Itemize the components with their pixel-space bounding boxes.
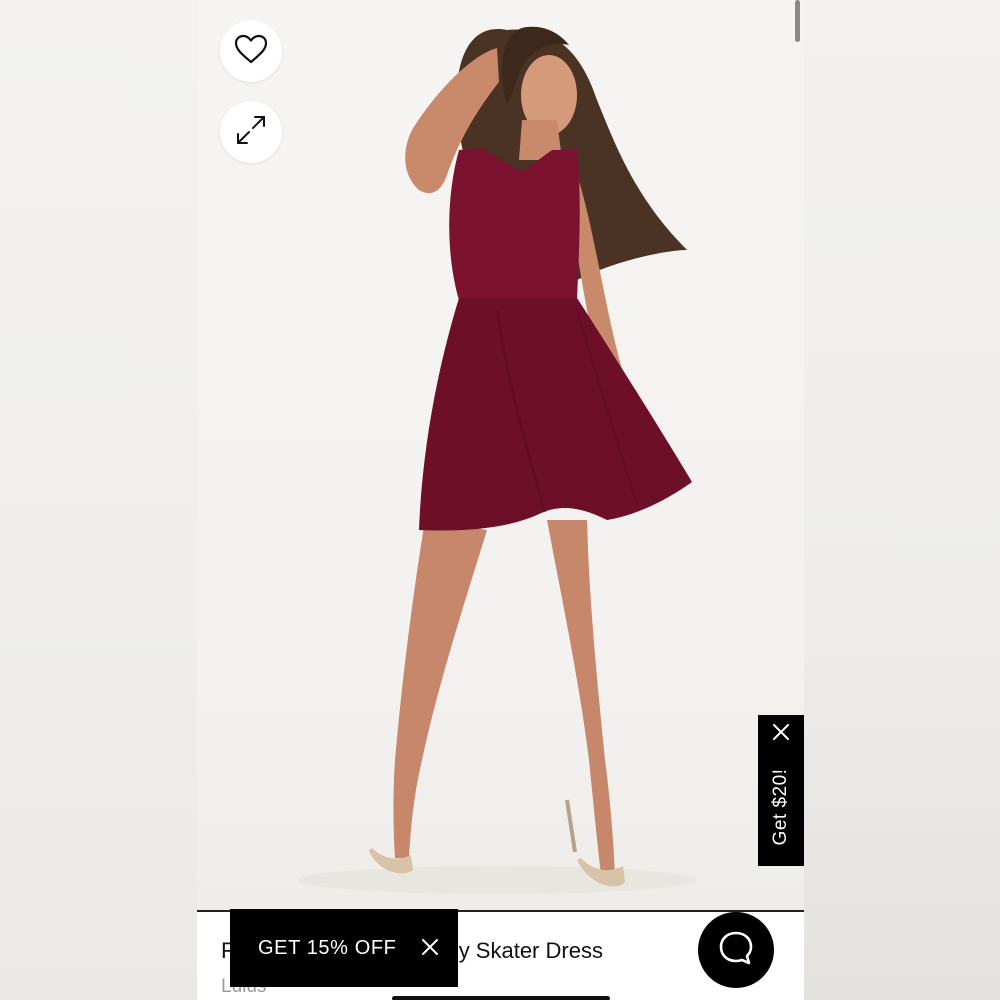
heart-icon: [234, 34, 268, 69]
product-photo[interactable]: [197, 0, 804, 910]
close-icon[interactable]: [758, 723, 804, 746]
right-backdrop: [804, 0, 1000, 1000]
product-title-fragment: dy Skater Dress: [446, 938, 603, 963]
home-indicator[interactable]: [392, 996, 610, 1000]
phone-screen: Get $20! Fdy Skater Dress Lulus GET 15% …: [197, 0, 804, 1000]
left-backdrop: [0, 0, 197, 1000]
wishlist-button[interactable]: [220, 20, 282, 82]
promo-tab-label: Get $20!: [770, 768, 791, 846]
expand-image-button[interactable]: [220, 101, 282, 163]
discount-banner[interactable]: GET 15% OFF: [230, 909, 458, 987]
chat-bubble-icon: [717, 929, 755, 972]
close-icon[interactable]: [420, 937, 440, 962]
model-illustration: [297, 26, 697, 894]
discount-banner-label: GET 15% OFF: [258, 936, 397, 959]
expand-arrows-icon: [235, 114, 267, 151]
get-20-promo-tab[interactable]: Get $20!: [758, 715, 804, 866]
scrollbar[interactable]: [795, 0, 800, 42]
chat-button[interactable]: [698, 912, 774, 988]
